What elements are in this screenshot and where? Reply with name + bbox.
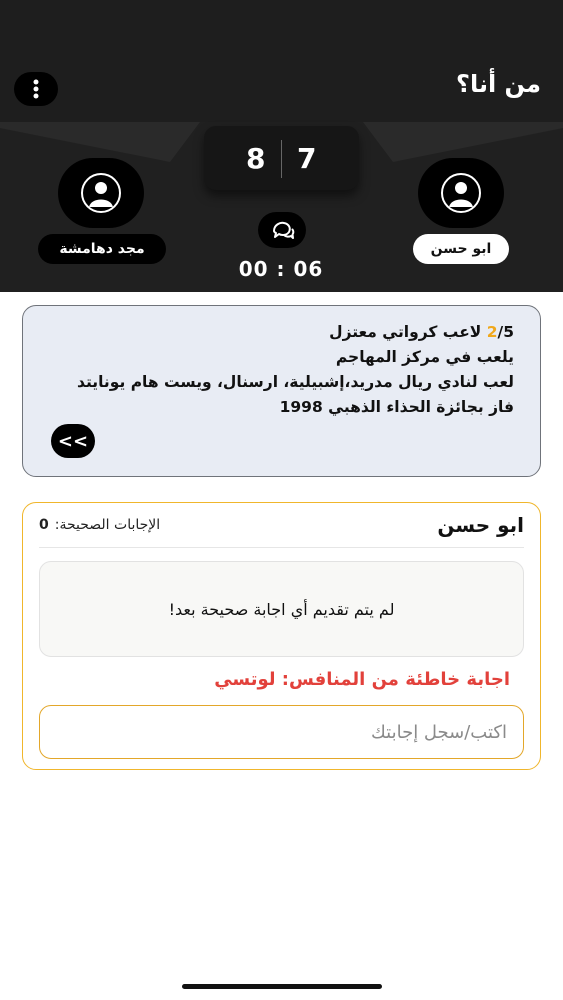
clue-list: 2/5 لاعب كرواتي معتزل يلعب في مركز المها… [77,320,514,420]
answers-empty-state: لم يتم تقديم أي اجابة صحيحة بعد! [39,561,524,657]
clue-card: 2/5 لاعب كرواتي معتزل يلعب في مركز المها… [22,305,541,477]
wrong-answer-notice: اجابة خاطئة من المنافس: لوتسي [214,669,510,690]
page-title: من أنا؟ [456,70,541,98]
menu-button[interactable] [14,72,58,106]
answer-card: ابو حسن الإجابات الصحيحة: 0 لم يتم تقديم… [22,502,541,770]
user-icon [441,173,481,213]
clue-text: يلعب في مركز المهاجم [335,348,514,366]
avatar-right [418,158,504,228]
avatar-left [58,158,144,228]
player-left-name: مجد دهامشة [38,234,166,264]
double-chevron-left-icon: << [57,430,89,452]
chat-bubbles-icon [273,221,295,239]
clue-counter: 2/5 [486,323,514,341]
answer-input[interactable] [39,705,524,759]
score-box: 8 7 [204,126,359,190]
clue-text: لاعب كرواتي معتزل [329,323,482,341]
correct-answers-label: الإجابات الصحيحة: [54,517,161,533]
game-header: من أنا؟ 8 7 مجد دهامشة ابو حسن 00: 06 [0,0,563,292]
divider [39,547,524,548]
player-right-name: ابو حسن [413,234,509,264]
correct-answers-value: 0 [39,517,49,533]
user-icon [81,173,121,213]
chat-button[interactable] [258,212,306,248]
score-divider [281,140,282,178]
answer-player-name: ابو حسن [437,513,524,537]
clue-text: فاز بجائزة الحذاء الذهبي 1998 [279,398,514,416]
skip-clue-button[interactable]: << [51,424,95,458]
correct-answers-count: الإجابات الصحيحة: 0 [39,517,160,533]
score-left: 8 [246,142,266,175]
home-indicator[interactable] [182,984,382,989]
clue-line-1: 2/5 لاعب كرواتي معتزل [77,320,514,345]
score-right: 7 [297,142,317,175]
clue-text: لعب لنادي ريال مدريد،إشبيلية، ارسنال، وي… [77,373,514,391]
timer: 00 : 06 [238,257,324,281]
more-vertical-icon [33,79,39,99]
